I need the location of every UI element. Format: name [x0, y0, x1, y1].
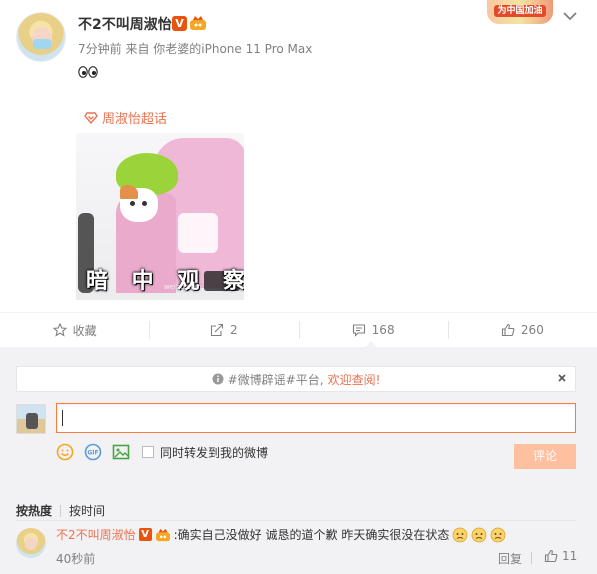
emoji-icon[interactable]	[56, 443, 74, 461]
repost-checkbox-label: 同时转发到我的微博	[160, 444, 268, 461]
weibo-post-card: 不2不叫周淑怡 V 7分钟前 来自 你老婆的iPhone 11 Pro Max …	[0, 0, 597, 574]
supertopic-label: 周淑怡超话	[102, 108, 167, 127]
comment-input[interactable]	[56, 403, 576, 433]
current-user-avatar[interactable]	[16, 404, 46, 434]
comment-item: 不2不叫周淑怡 V :确实自己没做好 诚恳的道个歉 昨天确实很没在状态	[56, 526, 506, 543]
sort-by-hot-tab[interactable]: 按热度	[16, 502, 52, 519]
image-cat-eye	[142, 201, 147, 206]
caret-up-icon	[365, 340, 377, 348]
like-button[interactable]: 260	[448, 313, 597, 347]
repost-count: 2	[230, 323, 238, 337]
image-cat-ear	[120, 185, 138, 199]
sad-face-emoji-icon	[471, 527, 487, 543]
sad-face-emoji-icon	[452, 527, 468, 543]
sort-by-time-tab[interactable]: 按时间	[69, 502, 105, 519]
comment-icon	[352, 323, 366, 337]
comment-like-button[interactable]: 11	[544, 549, 577, 563]
vip-crown-icon[interactable]	[155, 528, 171, 542]
author-avatar[interactable]	[16, 12, 66, 62]
sort-separator	[60, 505, 61, 517]
comment-count: 168	[372, 323, 395, 337]
comment-like-count: 11	[562, 549, 577, 563]
commenter-avatar[interactable]	[16, 528, 46, 558]
current-user-avatar-figure	[26, 413, 38, 429]
campaign-banner[interactable]: 为中国加油	[487, 0, 553, 24]
gif-icon[interactable]: GIF	[84, 443, 102, 461]
comment-time: 40秒前	[56, 550, 95, 567]
star-icon	[53, 323, 67, 337]
image-upload-icon[interactable]	[112, 443, 130, 461]
like-count: 260	[521, 323, 544, 337]
comment-action-separator	[531, 552, 532, 564]
comment-text: :确实自己没做好 诚恳的道个歉 昨天确实很没在状态	[174, 526, 450, 543]
image-chair-stripe	[178, 213, 218, 253]
vip-crown-icon[interactable]	[189, 15, 207, 31]
svg-text:GIF: GIF	[87, 450, 98, 457]
supertopic-diamond-icon	[84, 112, 98, 124]
action-bar: 收藏 2 168 260	[0, 313, 597, 347]
campaign-banner-text: 为中国加油	[494, 5, 545, 17]
repost-icon	[210, 323, 224, 337]
repost-button[interactable]: 2	[149, 313, 298, 347]
close-icon[interactable]	[556, 372, 568, 384]
verified-v-icon[interactable]: V	[172, 16, 187, 31]
repost-checkbox[interactable]: 同时转发到我的微博	[142, 444, 268, 461]
image-cat-eye	[130, 201, 135, 206]
checkbox-box[interactable]	[142, 446, 154, 458]
supertopic-link[interactable]: 周淑怡超话	[84, 108, 167, 127]
sad-face-emoji-icon	[490, 527, 506, 543]
eyes-emoji-icon	[78, 66, 98, 78]
favorite-button[interactable]: 收藏	[0, 313, 149, 347]
notice-link[interactable]: 欢迎查阅!	[328, 371, 381, 388]
rumor-notice-bar: #微博辟谣#平台, 欢迎查阅!	[16, 366, 576, 392]
sort-divider	[16, 520, 576, 521]
comment-sort-tabs: 按热度 按时间	[16, 502, 105, 519]
composer-tools: GIF 同时转发到我的微博	[56, 443, 268, 461]
notice-text: #微博辟谣#平台,	[228, 371, 324, 388]
verified-v-icon[interactable]: V	[139, 528, 152, 541]
author-name[interactable]: 不2不叫周淑怡	[78, 14, 172, 34]
post-image[interactable]: 暗 中 观 察 weibo.com	[76, 133, 244, 300]
post-meta: 7分钟前 来自 你老婆的iPhone 11 Pro Max	[78, 40, 312, 57]
chevron-down-icon[interactable]	[562, 10, 578, 22]
info-icon	[212, 373, 224, 385]
commenter-name[interactable]: 不2不叫周淑怡	[56, 526, 136, 543]
favorite-label: 收藏	[73, 322, 97, 339]
text-cursor	[62, 410, 63, 426]
reply-button[interactable]: 回复	[498, 550, 522, 567]
thumbs-up-icon	[544, 549, 558, 563]
commenter-avatar-face	[25, 537, 37, 550]
image-watermark: weibo.com	[164, 283, 202, 291]
submit-comment-button[interactable]: 评论	[514, 444, 576, 469]
thumbs-up-icon	[501, 323, 515, 337]
avatar-mask	[33, 39, 51, 49]
